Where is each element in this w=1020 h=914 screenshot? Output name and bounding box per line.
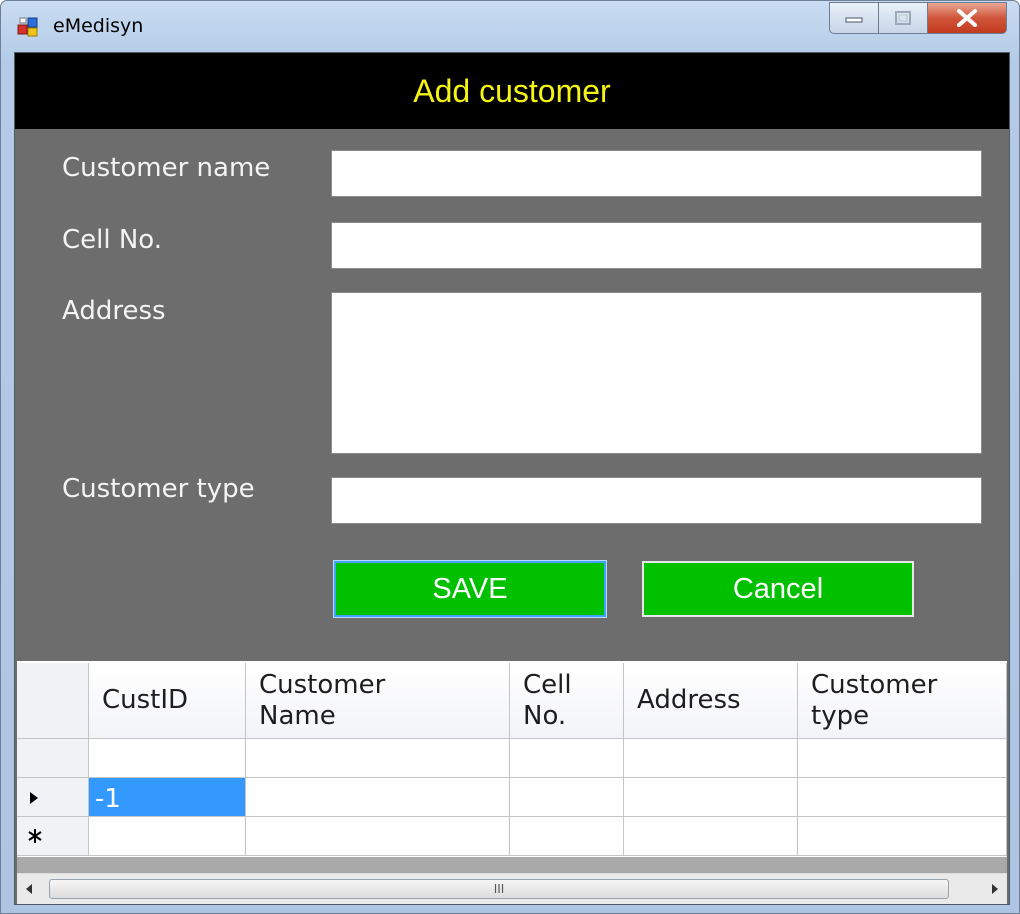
grid-cell[interactable] <box>798 739 1007 778</box>
column-header-customer-name[interactable]: Customer Name <box>246 663 510 739</box>
window-title: eMedisyn <box>53 15 144 37</box>
grid-cell[interactable] <box>510 778 624 817</box>
grid-cell[interactable] <box>246 739 510 778</box>
cell-no-input[interactable] <box>331 222 982 269</box>
column-header-label: Address <box>637 685 741 715</box>
column-header-label: No. <box>523 701 567 731</box>
grid-cell[interactable] <box>510 739 624 778</box>
grid-cell-selected[interactable]: -1 <box>89 778 246 817</box>
grid-corner-header[interactable] <box>17 663 89 739</box>
grid-cell[interactable] <box>89 817 246 856</box>
column-header-address[interactable]: Address <box>624 663 798 739</box>
column-header-label: Cell <box>523 670 572 700</box>
customer-type-input[interactable] <box>331 477 982 524</box>
app-window: eMedisyn Add customer Customer name Cell… <box>0 0 1020 914</box>
column-header-label: Customer <box>811 670 938 700</box>
grid-cell[interactable] <box>624 739 798 778</box>
grid-cell[interactable] <box>246 778 510 817</box>
close-icon <box>957 9 977 27</box>
column-header-label: type <box>811 701 870 731</box>
grid-cell[interactable] <box>89 739 246 778</box>
customer-grid[interactable]: CustID Customer Name Cell No. Address Cu… <box>17 661 1007 904</box>
address-label: Address <box>62 296 166 326</box>
window-controls <box>829 2 1007 34</box>
column-header-cell-no[interactable]: Cell No. <box>510 663 624 739</box>
cell-no-label: Cell No. <box>62 225 163 255</box>
customer-name-label: Customer name <box>62 153 271 183</box>
form-heading: Add customer <box>413 73 611 109</box>
row-header-current[interactable] <box>17 778 89 817</box>
maximize-button[interactable] <box>879 2 928 34</box>
new-row-asterisk-icon <box>28 829 42 843</box>
grid-cell[interactable] <box>798 778 1007 817</box>
grid-cell[interactable] <box>510 817 624 856</box>
scroll-left-arrow-icon[interactable] <box>25 883 33 895</box>
column-header-label: Customer <box>259 670 386 700</box>
save-button[interactable]: SAVE <box>333 560 607 618</box>
cancel-button[interactable]: Cancel <box>642 561 914 617</box>
column-header-customer-type[interactable]: Customer type <box>798 663 1007 739</box>
grid-cell[interactable] <box>624 817 798 856</box>
customer-name-input[interactable] <box>331 150 982 197</box>
grid-cell[interactable] <box>624 778 798 817</box>
column-header-custid[interactable]: CustID <box>89 663 246 739</box>
close-button[interactable] <box>928 2 1007 34</box>
row-header-new[interactable] <box>17 817 89 856</box>
minimize-icon <box>845 17 863 23</box>
column-header-label: CustID <box>102 685 189 715</box>
form-header: Add customer <box>15 53 1009 129</box>
add-customer-form: Add customer Customer name Cell No. Addr… <box>14 52 1010 905</box>
customer-type-label: Customer type <box>62 474 255 504</box>
app-icon <box>17 17 38 37</box>
scrollbar-thumb[interactable]: III <box>49 879 949 899</box>
horizontal-scrollbar[interactable]: III <box>17 873 1007 904</box>
grid-body: CustID Customer Name Cell No. Address Cu… <box>17 663 1007 857</box>
address-textarea[interactable] <box>331 292 982 454</box>
maximize-icon <box>895 11 911 25</box>
column-header-label: Name <box>259 701 336 731</box>
scroll-right-arrow-icon[interactable] <box>991 883 999 895</box>
grid-cell[interactable] <box>246 817 510 856</box>
row-header[interactable] <box>17 739 89 778</box>
grid-cell[interactable] <box>798 817 1007 856</box>
title-bar[interactable]: eMedisyn <box>1 1 1019 51</box>
current-row-arrow-icon <box>30 792 38 804</box>
minimize-button[interactable] <box>829 2 879 34</box>
